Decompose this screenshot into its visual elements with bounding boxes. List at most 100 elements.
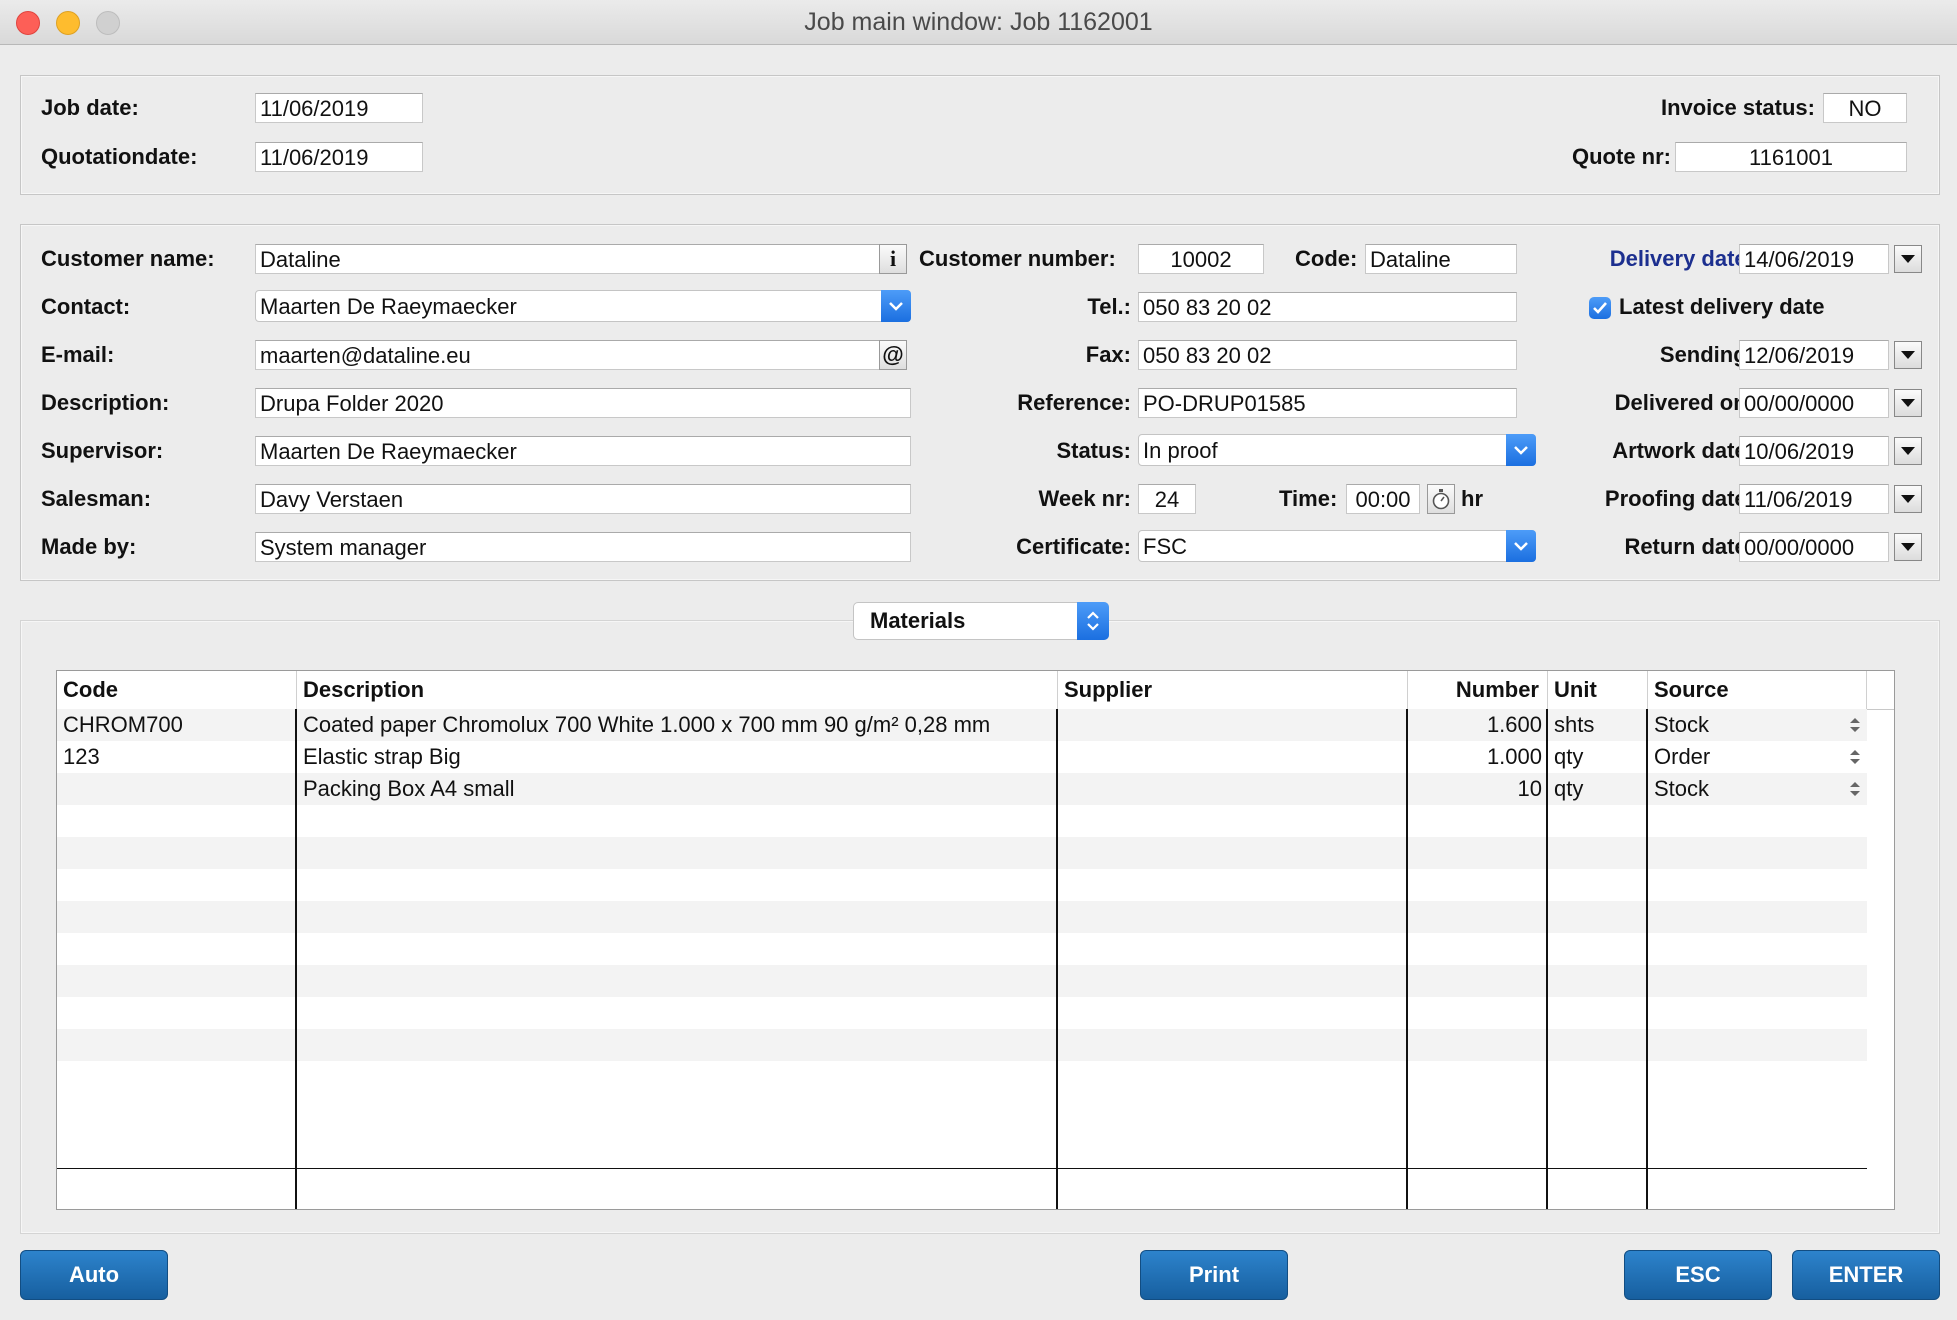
job-date-field[interactable]: 11/06/2019 (255, 93, 423, 123)
cell-unit[interactable]: qty (1548, 741, 1648, 773)
cell-source[interactable]: Order (1648, 741, 1867, 773)
cell-supplier[interactable] (1058, 773, 1408, 805)
customer-name-label: Customer name: (41, 246, 215, 271)
cell-source[interactable]: Stock (1648, 709, 1867, 741)
up-down-arrows-icon[interactable] (1849, 748, 1861, 766)
quote-nr-field[interactable]: 1161001 (1675, 142, 1907, 172)
title-bar[interactable]: Job main window: Job 1162001 (0, 0, 1957, 45)
empty-row[interactable] (57, 1029, 1867, 1061)
made-by-field[interactable]: System manager (255, 532, 911, 562)
table-row[interactable]: Packing Box A4 small 10 qty Stock (57, 773, 1867, 805)
empty-row[interactable] (57, 901, 1867, 933)
empty-row[interactable] (57, 997, 1867, 1029)
return-date-field[interactable]: 00/00/0000 (1739, 532, 1889, 562)
description-field[interactable]: Drupa Folder 2020 (255, 388, 911, 418)
job-header-panel: Job date: 11/06/2019 Quotationdate: 11/0… (20, 75, 1940, 195)
empty-row[interactable] (57, 1061, 1867, 1093)
description-label: Description: (41, 390, 170, 415)
cell-number[interactable]: 1.600 (1408, 709, 1548, 741)
cell-code[interactable]: CHROM700 (57, 709, 297, 741)
certificate-select[interactable]: FSC (1138, 530, 1536, 562)
tab-selector[interactable]: Materials (853, 602, 1109, 640)
salesman-field[interactable]: Davy Verstaen (255, 484, 911, 514)
empty-row[interactable] (57, 965, 1867, 997)
up-down-arrows-icon[interactable] (1849, 780, 1861, 798)
return-date-dropdown-icon[interactable] (1894, 533, 1922, 561)
proofing-date-dropdown-icon[interactable] (1894, 485, 1922, 513)
empty-row[interactable] (57, 805, 1867, 837)
cell-supplier[interactable] (1058, 709, 1408, 741)
invoice-status-field[interactable]: NO (1823, 93, 1907, 123)
status-label: Status: (1056, 438, 1131, 463)
time-field[interactable]: 00:00 (1346, 484, 1420, 514)
column-header-unit[interactable]: Unit (1548, 671, 1648, 709)
contact-value: Maarten De Raeymaecker (260, 294, 517, 319)
column-header-supplier[interactable]: Supplier (1058, 671, 1408, 709)
latest-delivery-checkbox[interactable] (1589, 297, 1611, 319)
customer-info-icon[interactable]: i (879, 244, 907, 274)
cell-code[interactable]: 123 (57, 741, 297, 773)
cell-description[interactable]: Packing Box A4 small (297, 773, 1058, 805)
quotation-date-field[interactable]: 11/06/2019 (255, 142, 423, 172)
proofing-date-field[interactable]: 11/06/2019 (1739, 484, 1889, 514)
customer-number-field[interactable]: 10002 (1138, 244, 1264, 274)
reference-label: Reference: (1017, 390, 1131, 415)
enter-button[interactable]: ENTER (1792, 1250, 1940, 1300)
cell-code[interactable] (57, 773, 297, 805)
delivered-on-field[interactable]: 00/00/0000 (1739, 388, 1889, 418)
artwork-date-field[interactable]: 10/06/2019 (1739, 436, 1889, 466)
cell-source-value: Stock (1654, 776, 1710, 801)
cell-description[interactable]: Elastic strap Big (297, 741, 1058, 773)
reference-field[interactable]: PO-DRUP01585 (1138, 388, 1517, 418)
status-select[interactable]: In proof (1138, 434, 1536, 466)
column-divider (1646, 709, 1648, 1209)
delivery-date-dropdown-icon[interactable] (1894, 245, 1922, 273)
code-field[interactable]: Dataline (1365, 244, 1517, 274)
fax-field[interactable]: 050 83 20 02 (1138, 340, 1517, 370)
stopwatch-icon[interactable] (1427, 484, 1455, 514)
sending-dropdown-icon[interactable] (1894, 341, 1922, 369)
week-nr-label: Week nr: (1038, 486, 1131, 511)
sending-field[interactable]: 12/06/2019 (1739, 340, 1889, 370)
delivered-on-dropdown-icon[interactable] (1894, 389, 1922, 417)
print-button[interactable]: Print (1140, 1250, 1288, 1300)
tel-field[interactable]: 050 83 20 02 (1138, 292, 1517, 322)
cell-supplier[interactable] (1058, 741, 1408, 773)
empty-row[interactable] (57, 837, 1867, 869)
table-header: Code Description Supplier Number Unit So… (57, 671, 1894, 710)
week-nr-field[interactable]: 24 (1138, 484, 1196, 514)
certificate-value: FSC (1143, 534, 1187, 559)
auto-button[interactable]: Auto (20, 1250, 168, 1300)
cell-description[interactable]: Coated paper Chromolux 700 White 1.000 x… (297, 709, 1058, 741)
chevron-down-icon (1506, 434, 1536, 466)
supervisor-field[interactable]: Maarten De Raeymaecker (255, 436, 911, 466)
column-header-code[interactable]: Code (57, 671, 297, 709)
cell-unit[interactable]: shts (1548, 709, 1648, 741)
contact-select[interactable]: Maarten De Raeymaecker (255, 290, 911, 322)
tab-selector-value: Materials (870, 608, 966, 633)
delivery-date-field[interactable]: 14/06/2019 (1739, 244, 1889, 274)
cell-unit[interactable]: qty (1548, 773, 1648, 805)
empty-row[interactable] (57, 869, 1867, 901)
send-email-icon[interactable]: @ (879, 340, 907, 370)
column-header-number[interactable]: Number (1408, 671, 1548, 709)
artwork-date-dropdown-icon[interactable] (1894, 437, 1922, 465)
table-row[interactable]: 123 Elastic strap Big 1.000 qty Order (57, 741, 1867, 773)
cell-number[interactable]: 1.000 (1408, 741, 1548, 773)
supervisor-label: Supervisor: (41, 438, 164, 463)
table-row[interactable]: CHROM700 Coated paper Chromolux 700 Whit… (57, 709, 1867, 741)
job-date-label: Job date: (41, 95, 139, 120)
cell-source[interactable]: Stock (1648, 773, 1867, 805)
window-title: Job main window: Job 1162001 (804, 8, 1153, 36)
tel-label: Tel.: (1087, 294, 1131, 319)
time-unit-label: hr (1461, 486, 1483, 511)
empty-row[interactable] (57, 933, 1867, 965)
email-field[interactable]: maarten@dataline.eu (255, 340, 891, 370)
cell-number[interactable]: 10 (1408, 773, 1548, 805)
column-header-source[interactable]: Source (1648, 671, 1867, 709)
customer-name-field[interactable]: Dataline (255, 244, 891, 274)
esc-button[interactable]: ESC (1624, 1250, 1772, 1300)
column-divider (1056, 709, 1058, 1209)
up-down-arrows-icon[interactable] (1849, 716, 1861, 734)
column-header-description[interactable]: Description (297, 671, 1058, 709)
